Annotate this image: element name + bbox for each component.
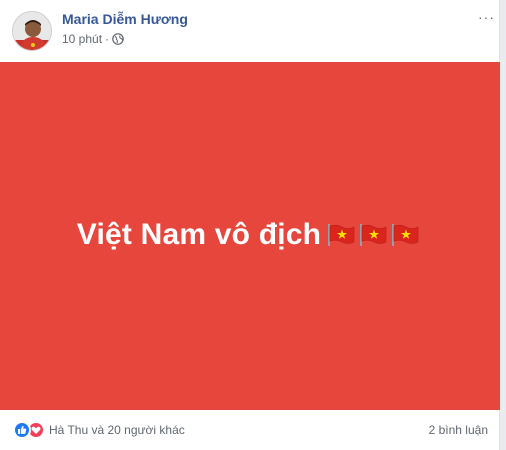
post-footer: Hà Thu và 20 người khác 2 bình luận <box>0 410 500 450</box>
post-text: Việt Nam vô địch <box>76 218 322 251</box>
post-background: Việt Nam vô địch <box>0 62 500 410</box>
vietnam-flag-icon <box>327 223 355 247</box>
more-options-icon[interactable]: ··· <box>478 9 495 25</box>
globe-icon[interactable] <box>112 33 124 45</box>
flag-emojis <box>327 223 423 247</box>
meta-separator: · <box>105 32 110 46</box>
post-timestamp[interactable]: 10 phút <box>62 32 102 46</box>
post-meta: 10 phút · <box>62 32 124 46</box>
post-header: Maria Diễm Hương 10 phút · ··· <box>0 0 499 62</box>
reaction-names[interactable]: Hà Thu và 20 người khác <box>49 423 185 437</box>
vietnam-flag-icon <box>391 223 419 247</box>
reaction-icons <box>13 421 45 439</box>
vietnam-flag-icon <box>359 223 387 247</box>
author-avatar[interactable] <box>12 11 52 51</box>
post-content: Việt Nam vô địch <box>77 218 423 252</box>
like-reaction-icon <box>13 421 31 439</box>
avatar-image <box>13 12 51 50</box>
author-name[interactable]: Maria Diễm Hương <box>62 11 188 27</box>
comment-count[interactable]: 2 bình luận <box>429 423 488 437</box>
post-card: Maria Diễm Hương 10 phút · ··· Việt Nam … <box>0 0 500 450</box>
reaction-summary[interactable]: Hà Thu và 20 người khác <box>13 421 185 439</box>
